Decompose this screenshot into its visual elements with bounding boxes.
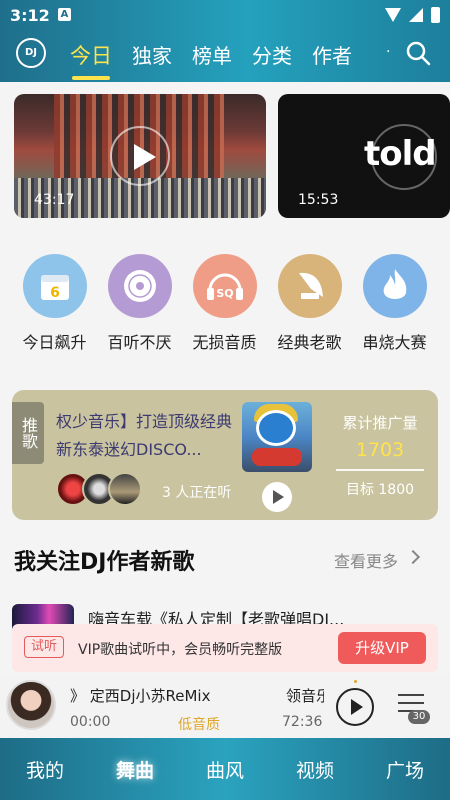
recommend-badge: 推歌 [12,402,44,464]
cover-art-face [256,410,296,446]
headphones-sq-icon: SQ [192,254,257,318]
player-quality[interactable]: 低音质 [178,714,220,734]
play-icon[interactable] [110,126,170,186]
tab-today[interactable]: 今日 [70,40,112,80]
video-card-2[interactable]: told 15:53 [278,94,450,218]
play-icon[interactable] [262,482,292,512]
status-time: 3:12 [10,6,50,25]
section-title: 我关注DJ作者新歌 [14,550,195,575]
stat-label: 累计推广量 [342,414,418,432]
avatar [108,472,142,506]
nav-videos[interactable]: 视频 [296,756,334,783]
battery-icon [431,7,440,23]
category-medley[interactable]: 串烧大赛 [352,254,437,353]
calendar-icon: 6 [22,254,87,318]
tab-overflow-indicator: · [386,44,391,60]
category-label: 无损音质 [192,333,257,352]
player-current-time: 00:00 [70,714,111,730]
svg-text:SQ: SQ [216,287,233,300]
category-row: 6 今日飙升 百听不厌 SQ 无损音质 经典老歌 串烧大赛 [0,254,450,353]
category-evergreen[interactable]: 百听不厌 [97,254,182,353]
player-cover-avatar[interactable] [6,680,56,730]
divider [336,469,424,471]
vip-trial-banner: 试听 VIP歌曲试听中，会员畅听完整版 升级VIP [12,624,438,672]
nav-dance[interactable]: 舞曲 [116,756,154,783]
flame-icon [362,254,427,318]
svg-text:6: 6 [50,285,60,301]
video-card-1[interactable]: 43:17 [14,94,266,218]
nav-square[interactable]: 广场 [386,756,424,783]
app-logo[interactable]: DJ [16,38,46,68]
mini-player[interactable]: 》 定西Dj小苏ReMix 领音乐 00:00 低音质 72:36 30 [0,674,450,738]
status-bar: 3:12 A [0,0,450,30]
tab-categories[interactable]: 分类 [252,40,292,70]
nav-genres[interactable]: 曲风 [206,756,244,783]
category-lossless[interactable]: SQ 无损音质 [182,254,267,353]
nav-mine[interactable]: 我的 [26,756,64,783]
app-header: 3:12 A DJ 今日 独家 榜单 分类 作者 · [0,0,450,82]
wifi-icon [385,8,401,22]
listener-avatars [56,472,142,506]
video-duration: 43:17 [34,192,75,208]
gramophone-icon [277,254,342,318]
tab-exclusive[interactable]: 独家 [132,40,172,70]
category-label: 经典老歌 [277,333,342,352]
tab-authors[interactable]: 作者 [312,40,352,70]
recommend-cover[interactable] [242,402,312,472]
search-icon[interactable] [405,40,431,66]
category-label: 百听不厌 [107,333,172,352]
progress-dot [354,680,357,683]
bottom-nav: 我的 舞曲 曲风 视频 广场 [0,738,450,800]
player-artist: 领音乐 [286,687,324,705]
video-duration: 15:53 [298,192,339,208]
trial-tag: 试听 [24,636,64,658]
top-tabs: 今日 独家 榜单 分类 作者 [70,40,352,80]
category-trending[interactable]: 6 今日飙升 [12,254,97,353]
recommend-card[interactable]: 推歌 权少音乐】打造顶级经典新东泰迷幻DISCO... 3 人正在听 累计推广量… [12,390,438,520]
category-classics[interactable]: 经典老歌 [267,254,352,353]
promotion-stats: 累计推广量 1703 目标 1800 [334,412,426,499]
upgrade-vip-button[interactable]: 升级VIP [338,632,426,664]
player-total-time: 72:36 [282,714,323,730]
queue-count-badge: 30 [408,710,430,724]
stat-target: 目标 1800 [345,482,415,498]
cover-art-bike [252,448,302,466]
category-label: 串烧大赛 [362,333,427,352]
signal-icon [409,8,423,22]
recommend-title[interactable]: 权少音乐】打造顶级经典新东泰迷幻DISCO... [56,408,246,464]
player-track-title[interactable]: 》 定西Dj小苏ReMix [70,685,210,706]
status-icons [385,7,440,23]
disc-icon [107,254,172,318]
play-button[interactable] [336,688,374,726]
stat-value: 1703 [355,439,405,461]
video-thumbnail-text: told [364,134,437,174]
tab-charts[interactable]: 榜单 [192,40,232,70]
chevron-right-icon[interactable] [405,549,421,565]
view-more-link[interactable]: 查看更多 [334,548,398,572]
listener-count: 3 人正在听 [162,485,232,501]
category-label: 今日飙升 [22,333,87,352]
notification-icon: A [58,8,71,21]
trial-message: VIP歌曲试听中，会员畅听完整版 [78,642,283,658]
